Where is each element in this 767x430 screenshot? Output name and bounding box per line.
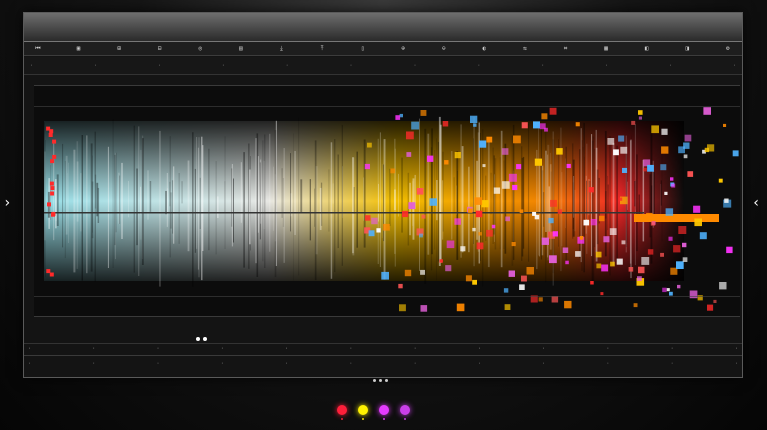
- toolbar: ⏮ ▣ ⊞ ⊟ ◎ ▤ ⤓ ⤒ ▯ ⊕ ⊖ ◐ ⇆ ⌗ ▦ ◧ ◨ ⚙: [24, 42, 742, 56]
- playhead-indicator: [196, 337, 207, 341]
- toolbar-button[interactable]: ⤒: [312, 45, 332, 53]
- pager-dots[interactable]: [373, 379, 388, 382]
- toolbar-button[interactable]: ⤓: [271, 45, 291, 53]
- timeline-labels: · · · · · · · · · · · ·: [24, 343, 742, 353]
- swatch-yellow[interactable]: [358, 405, 368, 420]
- color-swatches: [337, 405, 410, 420]
- toolbar-button[interactable]: ◧: [637, 45, 657, 52]
- bottom-track[interactable]: · · · · · · · · · · · ·: [24, 355, 742, 371]
- toolbar-button[interactable]: ⊞: [109, 45, 129, 52]
- time-ruler[interactable]: · · · · · · · · · · · ·: [24, 57, 742, 75]
- toolbar-button[interactable]: ⌗: [556, 45, 576, 53]
- title-bar: [24, 13, 742, 42]
- toolbar-button[interactable]: ◐: [474, 45, 494, 52]
- pager-dot[interactable]: [373, 379, 376, 382]
- spectrogram-graphic: [34, 106, 740, 312]
- toolbar-button[interactable]: ⊕: [393, 45, 413, 52]
- toolbar-button[interactable]: ▤: [231, 45, 251, 52]
- toolbar-button[interactable]: ⊟: [150, 45, 170, 52]
- toolbar-button[interactable]: ◎: [190, 45, 210, 52]
- swatch-pink[interactable]: [400, 405, 410, 420]
- pager-dot[interactable]: [379, 379, 382, 382]
- chevron-left-icon[interactable]: ›: [3, 196, 11, 210]
- spectrogram-view[interactable]: [34, 85, 740, 317]
- pager-dot[interactable]: [385, 379, 388, 382]
- toolbar-button[interactable]: ▯: [353, 45, 373, 52]
- app-window: ⏮ ▣ ⊞ ⊟ ◎ ▤ ⤓ ⤒ ▯ ⊕ ⊖ ◐ ⇆ ⌗ ▦ ◧ ◨ ⚙ · · · · · · · · · · · · · · · · · · …: [23, 12, 743, 378]
- toolbar-button[interactable]: ⚙: [718, 45, 738, 52]
- toolbar-button[interactable]: ▦: [596, 45, 616, 52]
- swatch-magenta[interactable]: [379, 405, 389, 420]
- toolbar-button[interactable]: ⇆: [515, 45, 535, 52]
- chevron-right-icon[interactable]: ‹: [752, 196, 760, 210]
- toolbar-button[interactable]: ◨: [677, 45, 697, 52]
- swatch-red[interactable]: [337, 405, 347, 420]
- toolbar-button[interactable]: ⊖: [434, 45, 454, 52]
- toolbar-button[interactable]: ▣: [69, 45, 89, 52]
- toolbar-button[interactable]: ⏮: [28, 45, 48, 53]
